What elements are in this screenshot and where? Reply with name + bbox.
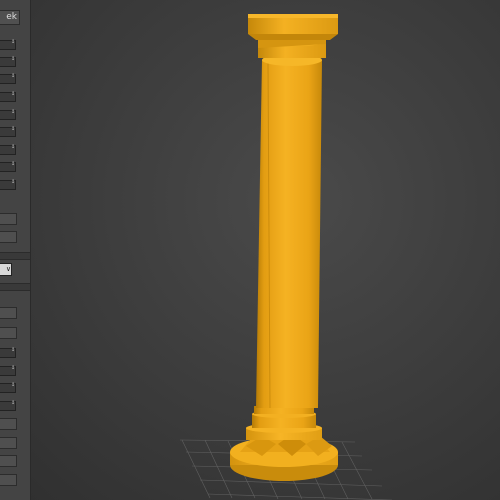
spinner-icon[interactable]: ↕ <box>10 383 16 393</box>
spinner-icon[interactable]: ↕ <box>10 127 16 137</box>
spinner-icon[interactable]: ↕ <box>10 145 16 155</box>
panel-top-button[interactable]: ek <box>0 10 20 25</box>
panel-button[interactable] <box>0 455 17 467</box>
rollout-divider <box>0 283 30 291</box>
panel-button[interactable] <box>0 474 17 486</box>
rollout-divider <box>0 252 30 260</box>
spinner-icon[interactable]: ↕ <box>10 74 16 84</box>
panel-button[interactable] <box>0 231 17 243</box>
column-shaft <box>256 54 322 409</box>
panel-button[interactable] <box>0 213 17 225</box>
spinner-icon[interactable]: ↕ <box>10 366 16 376</box>
spinner-icon[interactable]: ↕ <box>10 57 16 67</box>
spinner-icon[interactable]: ↕ <box>10 180 16 190</box>
panel-button[interactable] <box>0 327 17 339</box>
spinner-icon[interactable]: ↕ <box>10 348 16 358</box>
column-scene[interactable] <box>0 0 500 500</box>
panel-button[interactable] <box>0 307 17 319</box>
panel-button[interactable] <box>0 418 17 430</box>
panel-button[interactable] <box>0 437 17 449</box>
dropdown-arrow-icon[interactable]: ∨ <box>0 263 12 276</box>
spinner-icon[interactable]: ↕ <box>10 40 16 50</box>
column-base <box>230 406 338 481</box>
spinner-icon[interactable]: ↕ <box>10 110 16 120</box>
spinner-icon[interactable]: ↕ <box>10 401 16 411</box>
command-panel: ek ↕ ↕ ↕ ↕ ↕ ↕ ↕ ↕ ↕ ∨ ↕ ↕ ↕ ↕ <box>0 0 31 500</box>
viewport[interactable] <box>0 0 500 500</box>
column-capital <box>248 14 338 58</box>
spinner-icon[interactable]: ↕ <box>10 92 16 102</box>
spinner-icon[interactable]: ↕ <box>10 162 16 172</box>
